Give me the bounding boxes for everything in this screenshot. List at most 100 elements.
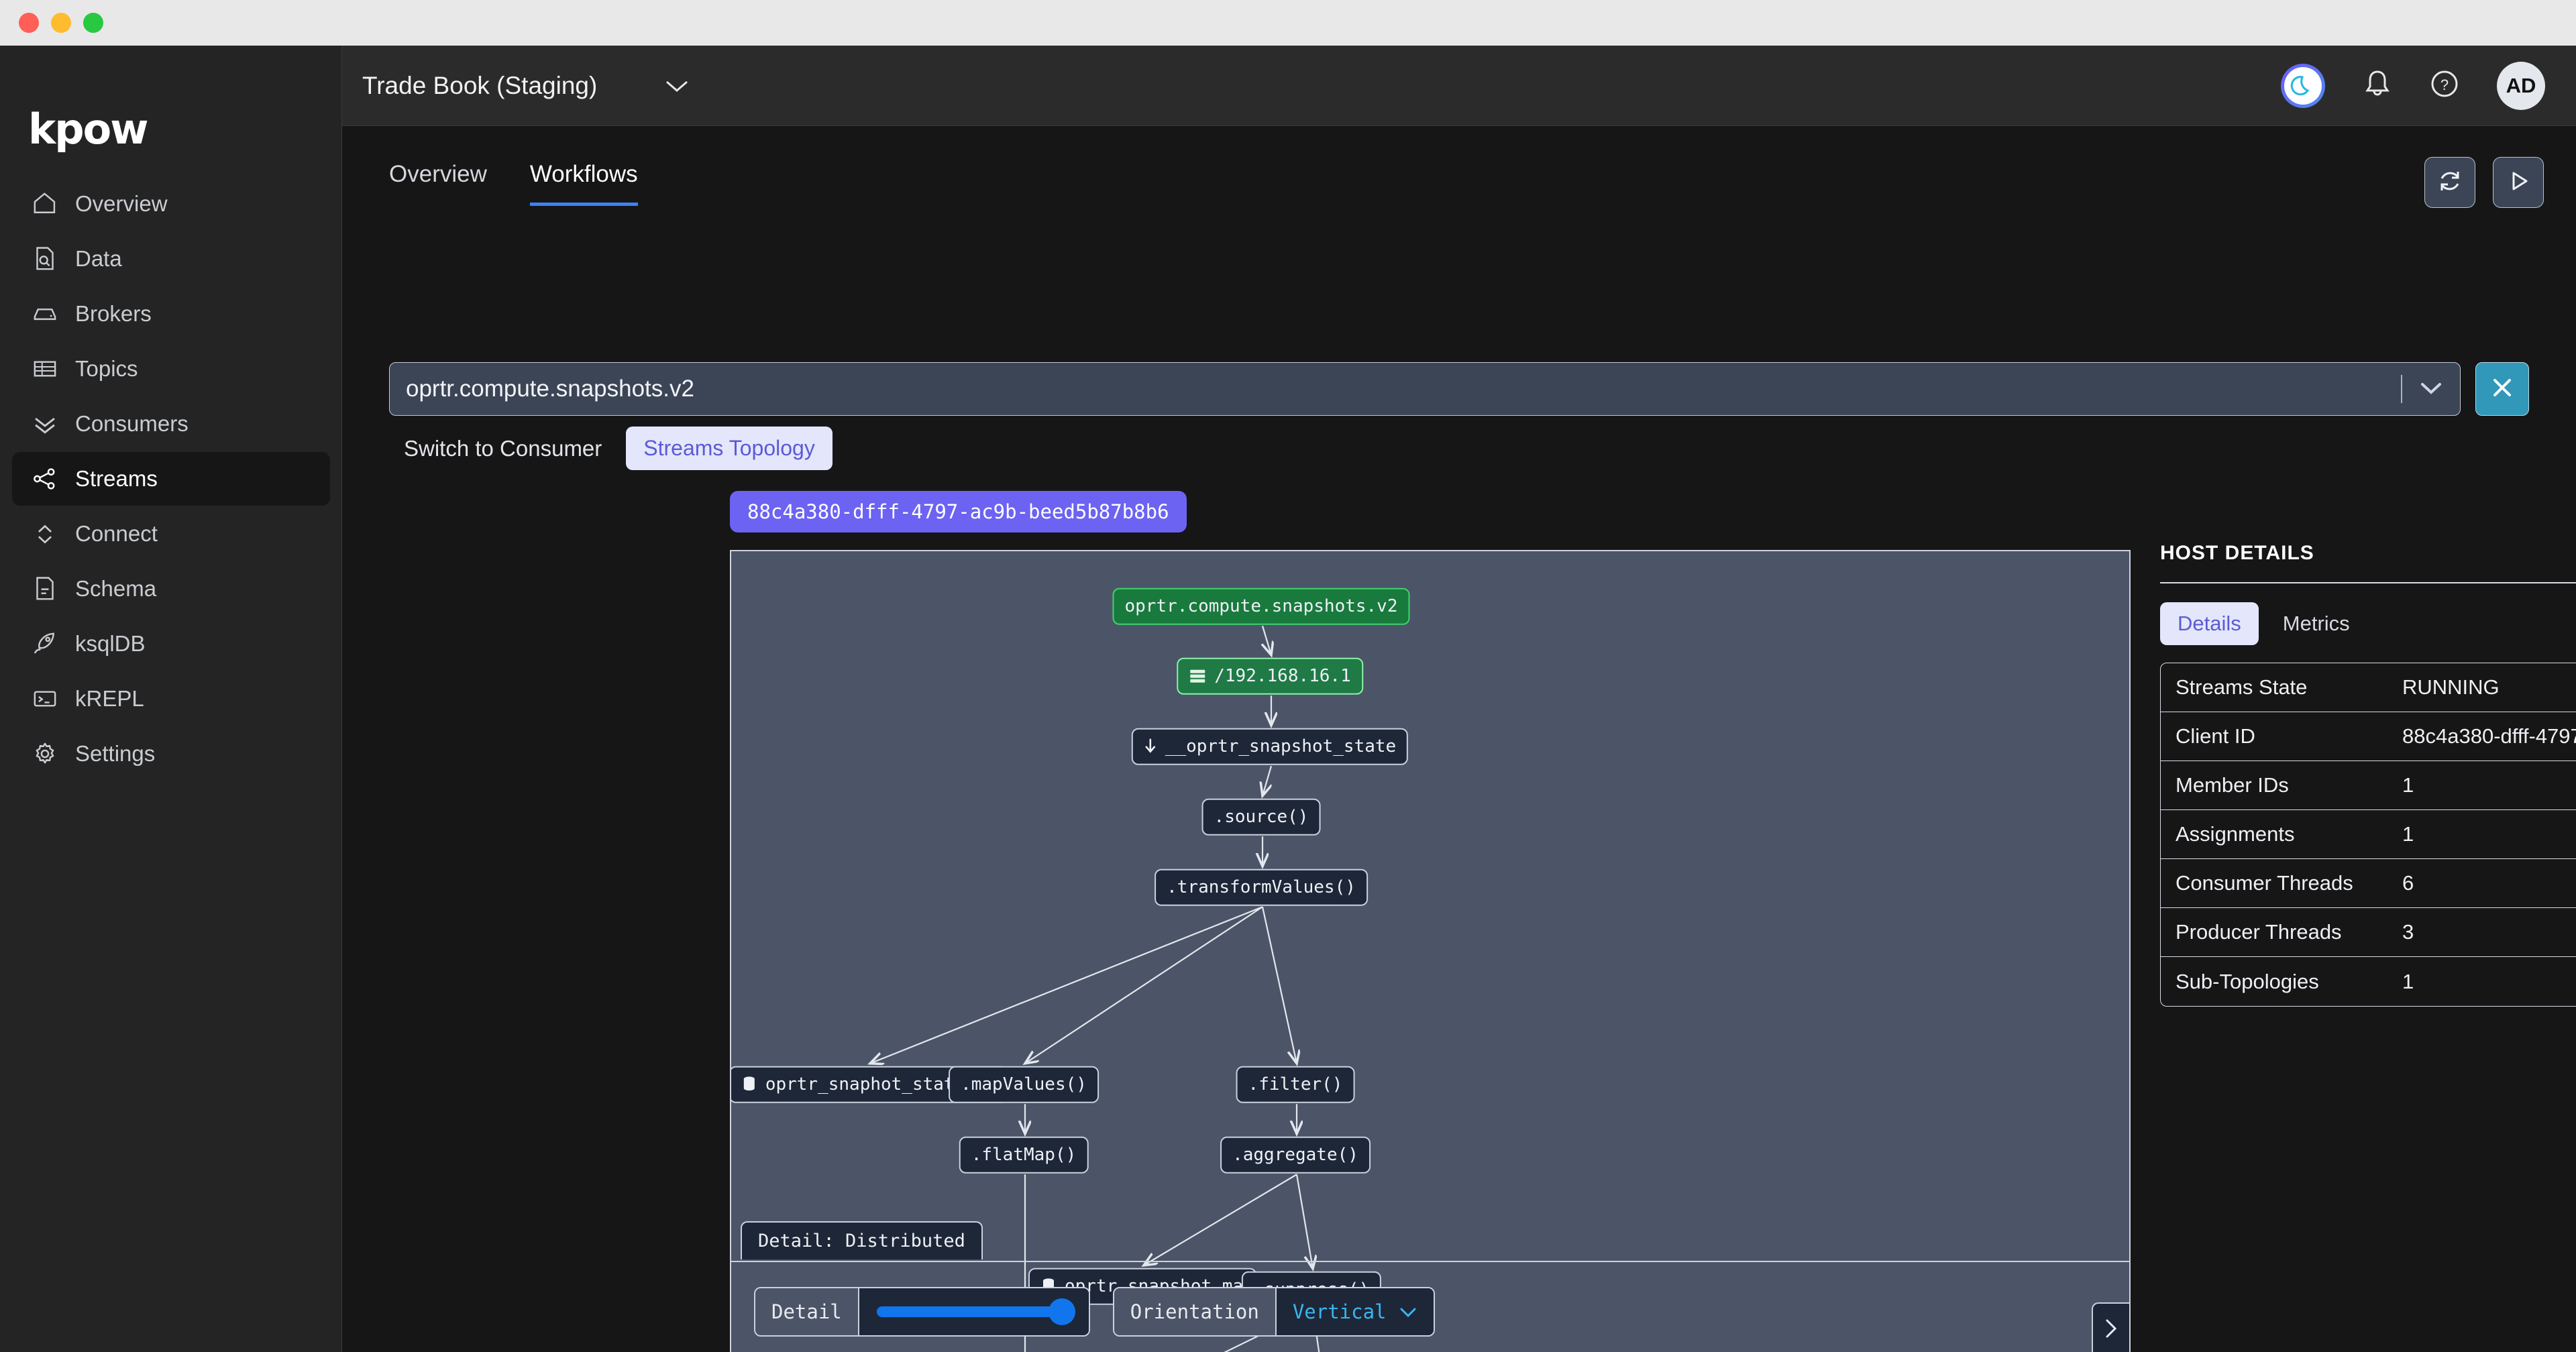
double-chevron-down-icon [24,410,66,437]
sidebar-item-schema[interactable]: Schema [12,562,330,616]
tab-workflows[interactable]: Workflows [529,161,638,206]
search-input-wrapper[interactable]: oprtr.compute.snapshots.v2 [389,362,2461,416]
node-label: .transformValues() [1167,877,1356,897]
graph-controls: Detail Orientation Vertical [731,1261,2129,1352]
chevron-down-icon[interactable] [664,78,690,94]
topology-node-aggregate[interactable]: .aggregate() [1220,1136,1371,1174]
question-circle-icon[interactable]: ? [2430,69,2459,102]
chevron-down-icon[interactable] [2418,380,2444,399]
content-tabs: Overview Workflows [389,161,638,206]
window-close-button[interactable] [19,13,39,33]
sidebar-item-settings[interactable]: Settings [12,727,330,781]
sidebar-item-streams[interactable]: Streams [12,452,330,506]
sidebar-item-label: Consumers [75,411,189,436]
row-value: 1 [2402,773,2414,797]
sidebar-item-brokers[interactable]: Brokers [12,287,330,341]
terminal-icon [24,685,66,712]
sidebar-nav: Overview Data Brokers Topics Consumers Stream… [0,177,342,782]
slider-knob[interactable] [1048,1298,1075,1325]
topology-node-flatmap1[interactable]: .flatMap() [959,1136,1089,1174]
topology-node-mapvalues[interactable]: .mapValues() [949,1066,1099,1103]
row-key: Streams State [2176,675,2308,699]
node-label: oprtr.compute.snapshots.v2 [1124,596,1398,616]
sidebar-item-label: Data [75,246,122,271]
detail-slider[interactable] [857,1288,1089,1335]
slider-track [876,1298,1075,1325]
mode-switch-row: Switch to Consumer Streams Topology [389,427,833,470]
topology-node-statetopic[interactable]: __oprtr_snapshot_state [1131,728,1409,765]
moon-icon [2284,66,2322,105]
host-details-tabs: Details Metrics [2160,602,2576,645]
host-tab-details[interactable]: Details [2160,602,2259,645]
orientation-select[interactable]: Vertical [1275,1288,1434,1335]
topbar: Trade Book (Staging) ? AD [342,46,2576,126]
streams-topology-graph[interactable]: oprtr.compute.snapshots.v2/192.168.16.1 _… [730,550,2131,1352]
sidebar-item-krepl[interactable]: kREPL [12,672,330,726]
sidebar-item-ksqldb[interactable]: ksqlDB [12,617,330,671]
chevron-down-icon [1399,1300,1417,1323]
sidebar-item-data[interactable]: Data [12,232,330,286]
server-icon [24,300,66,327]
host-tab-metrics[interactable]: Metrics [2265,602,2367,645]
bell-icon[interactable] [2363,68,2392,103]
orientation-value: Vertical [1292,1300,1387,1323]
tab-overview[interactable]: Overview [389,161,487,206]
topology-node-filter[interactable]: .filter() [1236,1066,1355,1103]
client-id-badge[interactable]: 88c4a380-dfff-4797-ac9b-beed5b87b8b6 [730,491,1187,532]
row-value: RUNNING [2402,675,2500,699]
node-label: /192.168.16.1 [1214,665,1351,686]
row-key: Assignments [2176,822,2295,846]
clear-search-button[interactable] [2475,362,2529,416]
content-action-buttons [2424,157,2544,208]
node-label: .source() [1214,806,1309,827]
table-row: Consumer Threads 6 [2161,859,2576,908]
row-value: 6 [2402,871,2414,895]
sidebar: kpow Overview Data Brokers Topics Consumers S… [0,46,342,1352]
avatar[interactable]: AD [2497,61,2545,110]
host-details-panel: HOST DETAILS Details Metrics Streams Stat… [2160,542,2576,1007]
topology-node-host[interactable]: /192.168.16.1 [1177,657,1363,695]
sidebar-item-overview[interactable]: Overview [12,177,330,231]
row-value: 88c4a380-dfff-4797-ac9b-beed5b87b8b6 [2402,724,2576,748]
table-icon [24,355,66,382]
close-icon [2489,374,2516,404]
share-nodes-icon [24,465,66,492]
search-divider [2401,375,2402,403]
row-key: Producer Threads [2176,920,2342,944]
sidebar-item-label: kREPL [75,686,144,711]
node-label: .flatMap() [971,1144,1077,1165]
row-key: Consumer Threads [2176,871,2353,895]
cluster-selector-label[interactable]: Trade Book (Staging) [362,72,597,100]
refresh-button[interactable] [2424,157,2475,208]
topbar-actions: ? AD [2281,61,2576,110]
theme-toggle-button[interactable] [2281,63,2325,108]
sidebar-item-connect[interactable]: Connect [12,507,330,561]
home-icon [24,190,66,217]
table-row: Sub-Topologies 1 [2161,957,2576,1006]
chevron-right-icon [2102,1315,2120,1345]
topology-node-topic[interactable]: oprtr.compute.snapshots.v2 [1112,587,1410,625]
streams-topology-button[interactable]: Streams Topology [626,427,833,470]
row-value: 3 [2402,920,2414,944]
detail-slider-group[interactable]: Detail [754,1287,1090,1337]
table-row: Producer Threads 3 [2161,908,2576,957]
orientation-group[interactable]: Orientation Vertical [1112,1287,1435,1337]
app-logo: kpow [28,105,148,154]
play-button[interactable] [2493,157,2544,208]
sidebar-item-label: Topics [75,356,138,381]
topology-node-transform[interactable]: .transformValues() [1155,868,1368,906]
sidebar-item-label: Settings [75,741,156,766]
search-input[interactable]: oprtr.compute.snapshots.v2 [406,376,2401,402]
window-minimize-button[interactable] [51,13,71,33]
window-maximize-button[interactable] [83,13,103,33]
table-row: Streams State RUNNING [2161,663,2576,712]
sidebar-item-topics[interactable]: Topics [12,342,330,396]
sidebar-item-consumers[interactable]: Consumers [12,397,330,451]
node-label: .aggregate() [1232,1144,1358,1165]
switch-to-consumer-button[interactable]: Switch to Consumer [389,436,616,461]
document-icon [24,575,66,602]
row-value: 1 [2402,969,2414,993]
topology-node-source[interactable]: .source() [1201,798,1321,836]
expand-panel-button[interactable] [2092,1302,2129,1352]
sidebar-item-label: Brokers [75,301,152,326]
